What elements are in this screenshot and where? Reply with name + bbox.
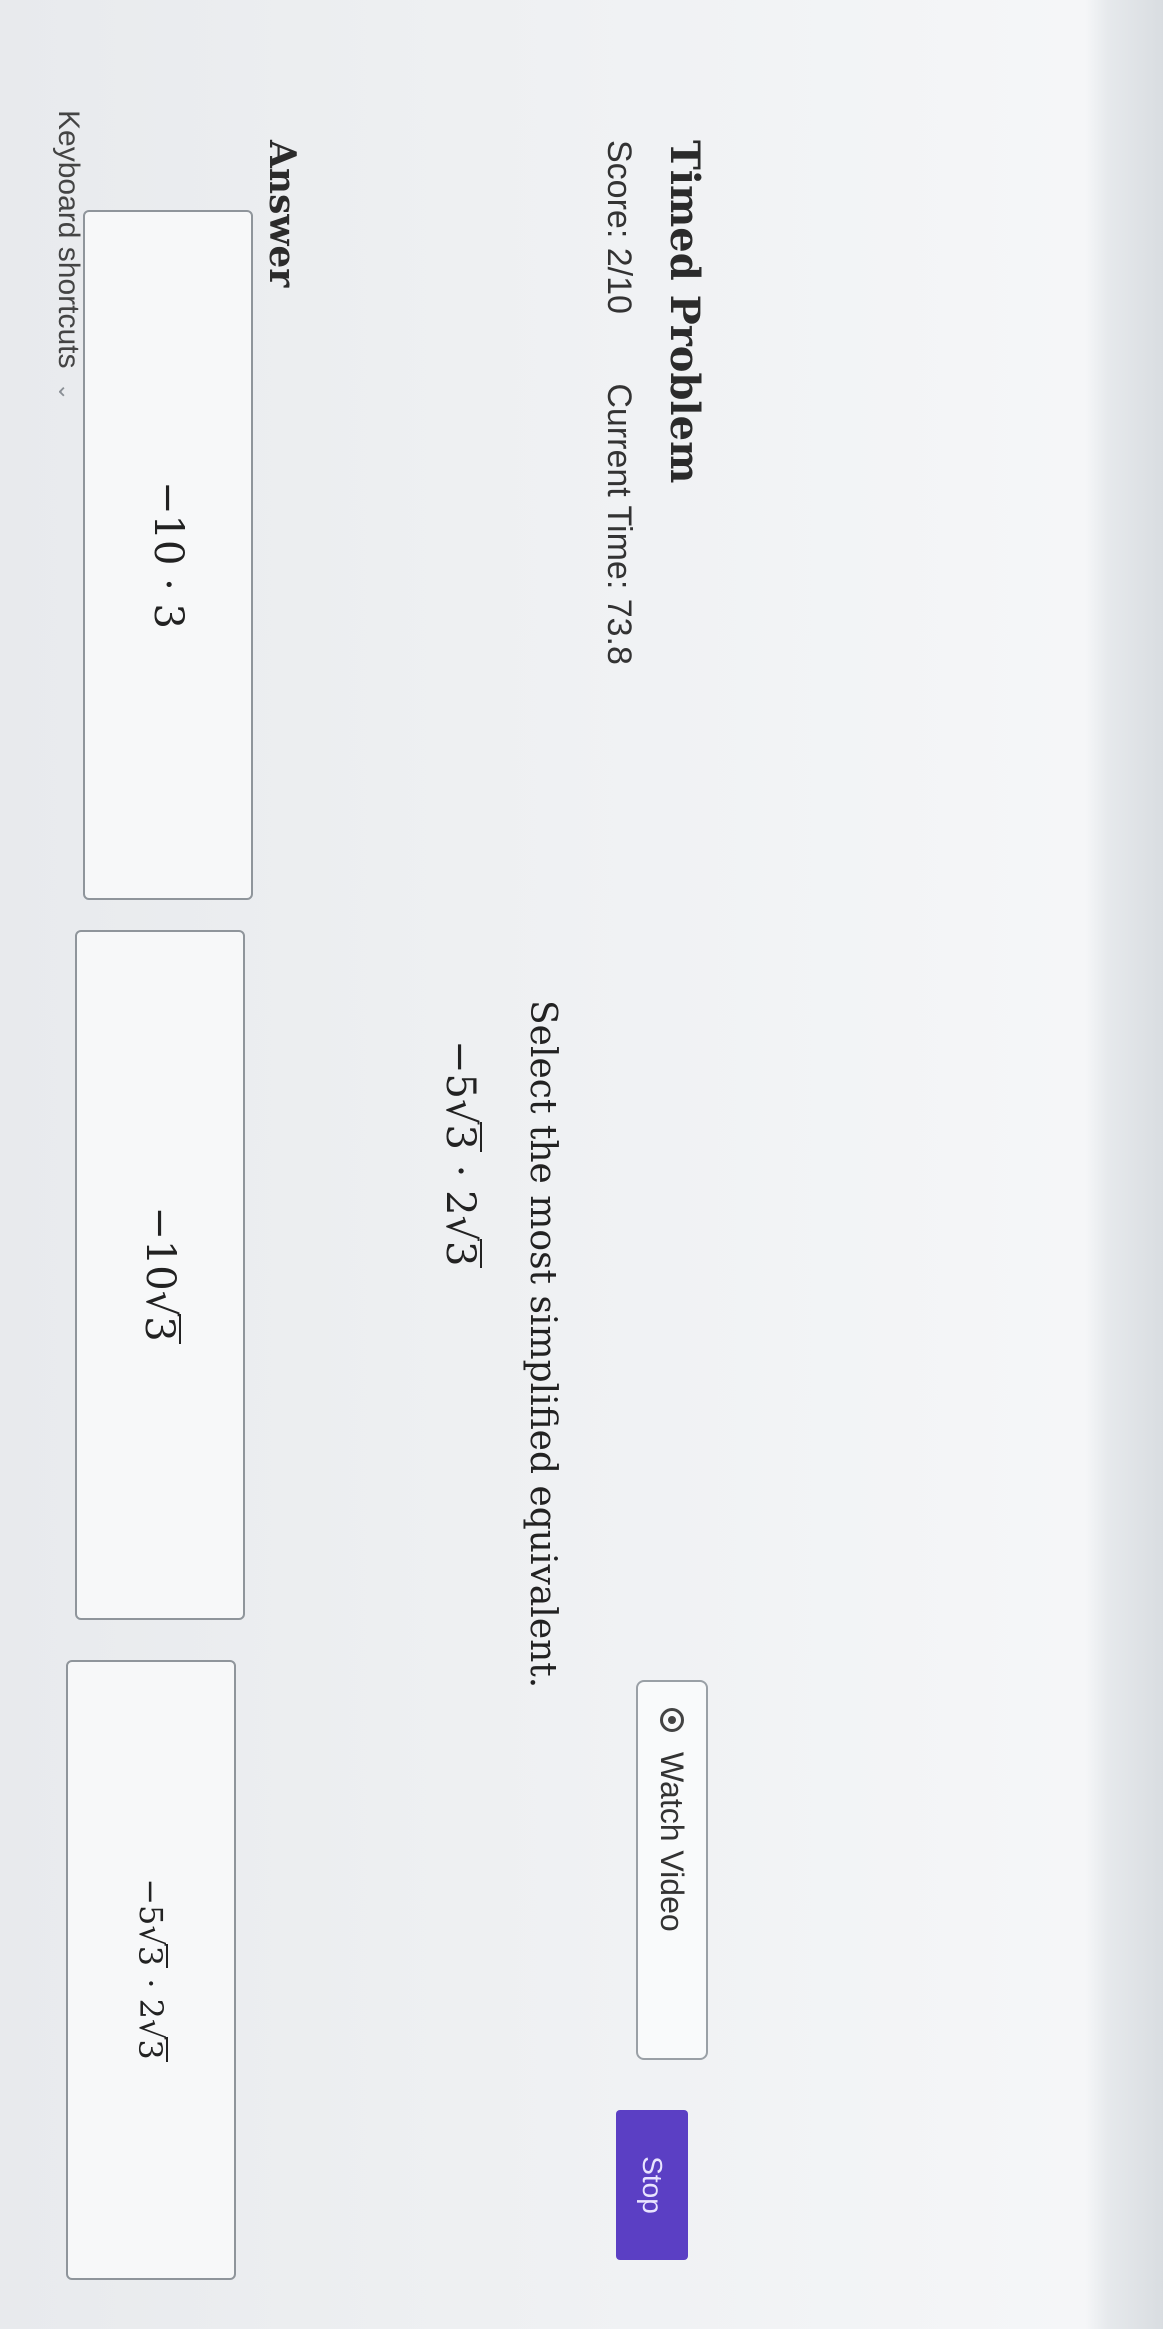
radical-symbol: √ bbox=[437, 1215, 483, 1242]
choice-b-coef: −10 bbox=[137, 1206, 183, 1291]
answer-choice-c[interactable]: −5 √ 3 · 2 √ 3 bbox=[66, 1660, 236, 2280]
radical-symbol: √ bbox=[137, 1290, 183, 1317]
expression-coef2: 2 bbox=[437, 1190, 483, 1216]
page-title: Timed Problem bbox=[661, 140, 708, 484]
window-top-edge bbox=[1085, 0, 1163, 2329]
expression-coef1: −5 bbox=[437, 1040, 483, 1099]
choice-c-rad2: 3 bbox=[131, 2037, 169, 2062]
choice-b-rad: 3 bbox=[136, 1314, 182, 1344]
watch-video-label: Watch Video bbox=[654, 1752, 691, 1932]
expression-rad2: 3 bbox=[437, 1239, 483, 1269]
keyboard-shortcuts-toggle[interactable]: Keyboard shortcuts ⌄ bbox=[51, 110, 85, 401]
current-time-text: Current Time: 73.8 bbox=[600, 383, 638, 665]
choice-c-coef2: 2 bbox=[132, 1998, 170, 2020]
keyboard-shortcuts-label: Keyboard shortcuts bbox=[52, 110, 85, 369]
answer-label: Answer bbox=[261, 140, 303, 288]
answer-choice-b[interactable]: −10 √ 3 bbox=[75, 930, 245, 1620]
question-expression: −5√3 · 2√3 bbox=[437, 1040, 483, 1269]
radical-symbol: √ bbox=[437, 1098, 483, 1125]
expression-rad1: 3 bbox=[437, 1122, 483, 1152]
watch-video-button[interactable]: Watch Video bbox=[636, 1680, 708, 2060]
expression-operator: · bbox=[437, 1164, 483, 1178]
stop-button[interactable]: Stop bbox=[616, 2110, 688, 2260]
question-prompt: Select the most simplified equivalent. bbox=[522, 1000, 563, 1689]
chevron-down-icon: ⌄ bbox=[54, 382, 79, 401]
radical-symbol: √ bbox=[132, 1925, 170, 1946]
choice-c-coef1: −5 bbox=[132, 1878, 170, 1926]
answer-choice-a[interactable]: −10 · 3 bbox=[83, 210, 253, 900]
radical-symbol: √ bbox=[132, 2019, 170, 2040]
status-row: Score: 2/10 Current Time: 73.8 bbox=[599, 140, 638, 725]
score-text: Score: 2/10 bbox=[600, 140, 638, 314]
choice-a-text: −10 · 3 bbox=[145, 480, 191, 629]
choice-c-operator: · bbox=[132, 1978, 170, 1989]
app-stage: Timed Problem Score: 2/10 Current Time: … bbox=[0, 0, 1163, 2329]
play-circle-icon bbox=[660, 1708, 684, 1732]
choice-c-rad1: 3 bbox=[131, 1943, 169, 1969]
